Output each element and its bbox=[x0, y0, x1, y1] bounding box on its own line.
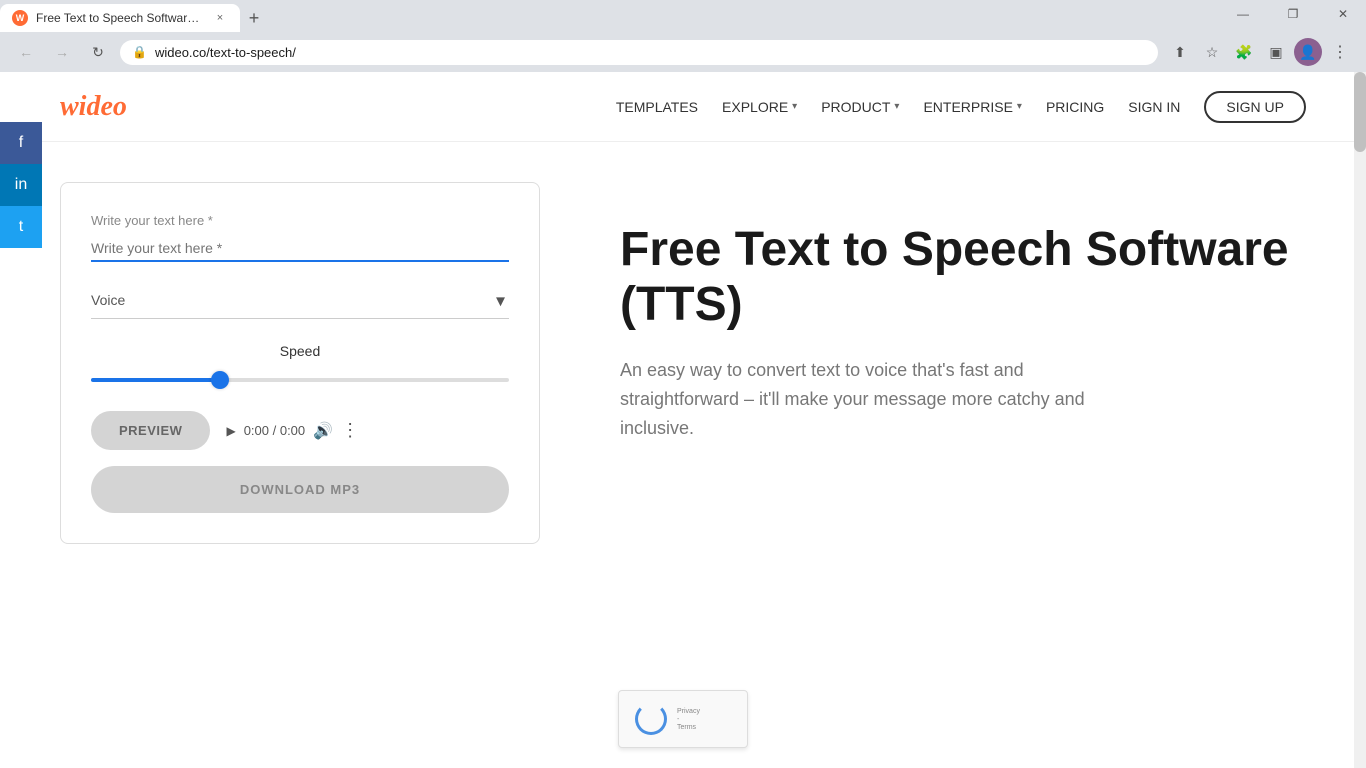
share-icon[interactable]: ⬆ bbox=[1166, 38, 1194, 66]
tab-favicon: W bbox=[12, 10, 28, 26]
back-button[interactable]: ← bbox=[12, 38, 40, 66]
window-close-button[interactable]: ✕ bbox=[1320, 0, 1366, 28]
refresh-button[interactable]: ↻ bbox=[84, 38, 112, 66]
hero-description: An easy way to convert text to voice tha… bbox=[620, 356, 1140, 442]
nav-templates[interactable]: TEMPLATES bbox=[616, 99, 698, 115]
twitter-share-button[interactable]: t bbox=[0, 206, 42, 248]
lock-icon: 🔒 bbox=[132, 45, 147, 59]
tts-card: Write your text here * Voice ▾ Speed PRE… bbox=[60, 182, 540, 544]
speed-label: Speed bbox=[91, 343, 509, 359]
speed-slider[interactable] bbox=[91, 378, 509, 382]
nav-explore[interactable]: EXPLORE ▾ bbox=[722, 99, 797, 115]
chevron-down-icon: ▾ bbox=[894, 101, 899, 112]
speed-slider-wrapper bbox=[91, 369, 509, 387]
tab-title: Free Text to Speech Software (TT bbox=[36, 11, 204, 25]
recaptcha-separator: - bbox=[677, 716, 700, 723]
more-options-icon[interactable]: ⋮ bbox=[341, 420, 359, 441]
signup-button[interactable]: SIGN UP bbox=[1204, 91, 1306, 123]
nav-links: TEMPLATES EXPLORE ▾ PRODUCT ▾ ENTERPRISE… bbox=[616, 91, 1306, 123]
preview-button[interactable]: PREVIEW bbox=[91, 411, 210, 450]
controls-row: PREVIEW ▶ 0:00 / 0:00 🔊 ⋮ bbox=[91, 411, 509, 450]
sidebar-icon[interactable]: ▣ bbox=[1262, 38, 1290, 66]
recaptcha-spinner bbox=[635, 703, 667, 735]
text-input-label: Write your text here * bbox=[91, 213, 509, 228]
window-minimize-button[interactable]: — bbox=[1220, 0, 1266, 28]
bookmark-icon[interactable]: ☆ bbox=[1198, 38, 1226, 66]
chevron-down-icon: ▾ bbox=[1017, 101, 1022, 112]
logo[interactable]: wideo bbox=[60, 91, 127, 123]
chevron-down-icon: ▾ bbox=[792, 101, 797, 112]
extensions-icon[interactable]: 🧩 bbox=[1230, 38, 1258, 66]
audio-player: ▶ 0:00 / 0:00 🔊 ⋮ bbox=[226, 420, 359, 441]
forward-button[interactable]: → bbox=[48, 38, 76, 66]
text-input-field[interactable] bbox=[91, 236, 509, 262]
menu-icon[interactable]: ⋮ bbox=[1326, 38, 1354, 66]
nav-enterprise[interactable]: ENTERPRISE ▾ bbox=[923, 99, 1022, 115]
social-sidebar: f in t bbox=[0, 122, 42, 248]
recaptcha-terms-link[interactable]: Terms bbox=[677, 724, 700, 731]
recaptcha-widget: Privacy - Terms bbox=[618, 690, 748, 748]
page-content: f in t wideo TEMPLATES EXPLORE ▾ PRODUCT… bbox=[0, 72, 1366, 768]
scrollbar-thumb[interactable] bbox=[1354, 72, 1366, 152]
navigation: wideo TEMPLATES EXPLORE ▾ PRODUCT ▾ ENTE… bbox=[0, 72, 1366, 142]
voice-select[interactable]: Voice bbox=[91, 282, 509, 319]
scrollbar-track[interactable] bbox=[1354, 72, 1366, 768]
download-mp3-button[interactable]: DOWNLOAD MP3 bbox=[91, 466, 509, 513]
url-text: wideo.co/text-to-speech/ bbox=[155, 45, 296, 60]
twitter-icon: t bbox=[19, 218, 23, 236]
browser-chrome: W Free Text to Speech Software (TT × + —… bbox=[0, 0, 1366, 72]
play-icon[interactable]: ▶ bbox=[226, 424, 235, 438]
recaptcha-text: Privacy - Terms bbox=[677, 708, 700, 731]
url-bar[interactable]: 🔒 wideo.co/text-to-speech/ bbox=[120, 40, 1158, 65]
profile-avatar[interactable]: 👤 bbox=[1294, 38, 1322, 66]
facebook-icon: f bbox=[19, 134, 23, 152]
browser-tab[interactable]: W Free Text to Speech Software (TT × bbox=[0, 4, 240, 32]
linkedin-icon: in bbox=[15, 176, 27, 194]
nav-product[interactable]: PRODUCT ▾ bbox=[821, 99, 899, 115]
hero-content: Free Text to Speech Software (TTS) An ea… bbox=[620, 182, 1306, 443]
hero-title: Free Text to Speech Software (TTS) bbox=[620, 222, 1306, 332]
main-content: Write your text here * Voice ▾ Speed PRE… bbox=[0, 142, 1366, 584]
voice-select-wrapper: Voice ▾ bbox=[91, 282, 509, 319]
signin-button[interactable]: SIGN IN bbox=[1128, 99, 1180, 115]
nav-pricing[interactable]: PRICING bbox=[1046, 99, 1104, 115]
linkedin-share-button[interactable]: in bbox=[0, 164, 42, 206]
recaptcha-privacy-link[interactable]: Privacy bbox=[677, 708, 700, 715]
facebook-share-button[interactable]: f bbox=[0, 122, 42, 164]
audio-time: 0:00 / 0:00 bbox=[244, 423, 305, 438]
new-tab-button[interactable]: + bbox=[240, 4, 268, 32]
tab-close-icon[interactable]: × bbox=[212, 10, 228, 26]
volume-icon[interactable]: 🔊 bbox=[313, 421, 333, 441]
window-maximize-button[interactable]: ❐ bbox=[1270, 0, 1316, 28]
